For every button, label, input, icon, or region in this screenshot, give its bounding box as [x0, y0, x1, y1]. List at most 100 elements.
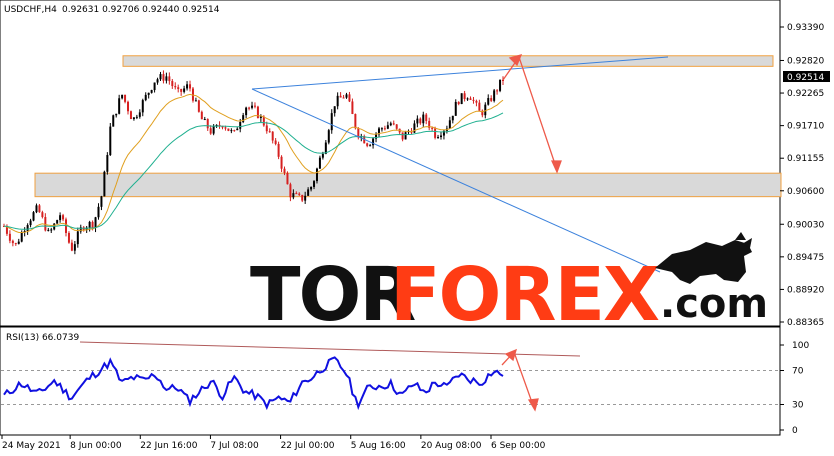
candle-body [484, 104, 487, 116]
candle-body [174, 86, 177, 88]
price-tick-label: 0.93390 [787, 23, 824, 33]
candle-body [127, 101, 130, 112]
time-tick-label: 8 Jun 00:00 [70, 441, 122, 451]
candle-body [339, 95, 342, 98]
candle-body [348, 94, 351, 102]
watermark-forex: FOREX [390, 252, 659, 338]
candle-body [8, 233, 11, 241]
candle-body [448, 120, 451, 129]
candle-body [121, 94, 124, 99]
candle-body [434, 128, 437, 138]
symbol-label: USDCHF,H4 [4, 5, 57, 15]
time-tick-label: 6 Sep 00:00 [491, 441, 546, 451]
candle-body [342, 97, 345, 99]
candle-body [115, 113, 118, 116]
price-axis: 0.93390 0.92820 0.92265 0.91710 0.91155 0.906… [780, 23, 824, 328]
candle-body [295, 193, 298, 195]
price-tick-label: 0.91155 [787, 154, 824, 164]
candle-body [206, 119, 209, 129]
candle-body [14, 243, 17, 245]
candle-body [212, 126, 215, 134]
candle-body [138, 112, 141, 117]
candle-body [419, 118, 422, 124]
candle-body [153, 82, 156, 91]
candle-body [224, 127, 227, 129]
price-tick-label: 0.92265 [787, 89, 824, 99]
candle-body [404, 132, 407, 140]
candle-body [177, 87, 180, 90]
candle-body [73, 244, 76, 251]
candle-body [259, 116, 262, 118]
candle-body [315, 168, 318, 182]
candle-body [271, 131, 274, 141]
candle-body [159, 74, 162, 80]
candle-body [124, 94, 127, 102]
candle-body [47, 229, 50, 231]
price-tick-label: 0.88920 [787, 285, 824, 295]
candle-body [268, 131, 271, 133]
time-tick-label: 5 Aug 16:00 [351, 441, 406, 451]
candle-body [35, 205, 38, 213]
price-tick-label: 0.92820 [787, 56, 824, 66]
candle-body [132, 117, 135, 120]
candle-body [141, 100, 144, 113]
time-tick-label: 24 May 2021 [2, 441, 61, 451]
candle-body [369, 145, 372, 147]
time-tick-label: 22 Jun 16:00 [140, 441, 197, 451]
candle-body [200, 111, 203, 120]
candle-body [262, 116, 265, 126]
current-price-label: 0.92514 [787, 73, 824, 83]
candle-body [472, 99, 475, 101]
candle-body [20, 232, 23, 242]
candle-body [147, 92, 150, 95]
candle-body [227, 128, 230, 131]
watermark-com: .com [660, 281, 768, 327]
candle-body [11, 240, 14, 244]
candle-body [144, 94, 147, 101]
candle-body [56, 220, 59, 224]
price-tick-label: 0.88365 [787, 318, 824, 328]
candle-body [493, 90, 496, 101]
candle-body [333, 106, 336, 114]
candle-body [233, 130, 236, 132]
candle-body [475, 100, 478, 103]
candle-body [162, 74, 165, 81]
candle-body [395, 124, 398, 129]
price-tick-label: 0.89475 [787, 253, 824, 263]
candle-body [32, 212, 35, 221]
candle-body [103, 171, 106, 197]
candle-body [431, 127, 434, 129]
candle-body [118, 98, 121, 114]
candle-body [277, 143, 280, 157]
candle-body [62, 215, 65, 220]
candle-body [135, 116, 138, 118]
rsi-axis: 100 70 30 0 [780, 341, 809, 436]
candle-body [304, 195, 307, 201]
candle-body [392, 123, 395, 125]
candle-body [321, 153, 324, 158]
candle-body [389, 123, 392, 126]
candle-body [265, 125, 268, 132]
candle-body [50, 229, 53, 231]
candle-body [478, 102, 481, 111]
candle-body [386, 125, 389, 129]
time-axis: 24 May 2021 8 Jun 00:00 22 Jun 16:00 7 Jul … [1, 435, 546, 451]
candle-body [292, 193, 295, 198]
candle-body [372, 138, 375, 146]
candle-body [307, 189, 310, 196]
rsi-tick-label: 0 [792, 426, 798, 436]
candle-body [230, 130, 233, 132]
candle-body [253, 105, 256, 107]
candle-body [460, 93, 463, 105]
candle-body [239, 121, 242, 129]
candle-body [109, 126, 112, 156]
candle-body [318, 157, 321, 169]
candle-body [44, 217, 47, 231]
candle-body [289, 184, 292, 198]
candle-body [76, 231, 79, 245]
candle-body [313, 181, 316, 187]
candle-body [283, 168, 286, 173]
candle-body [221, 126, 224, 128]
candle-body [354, 114, 357, 129]
candle-body [487, 98, 490, 105]
